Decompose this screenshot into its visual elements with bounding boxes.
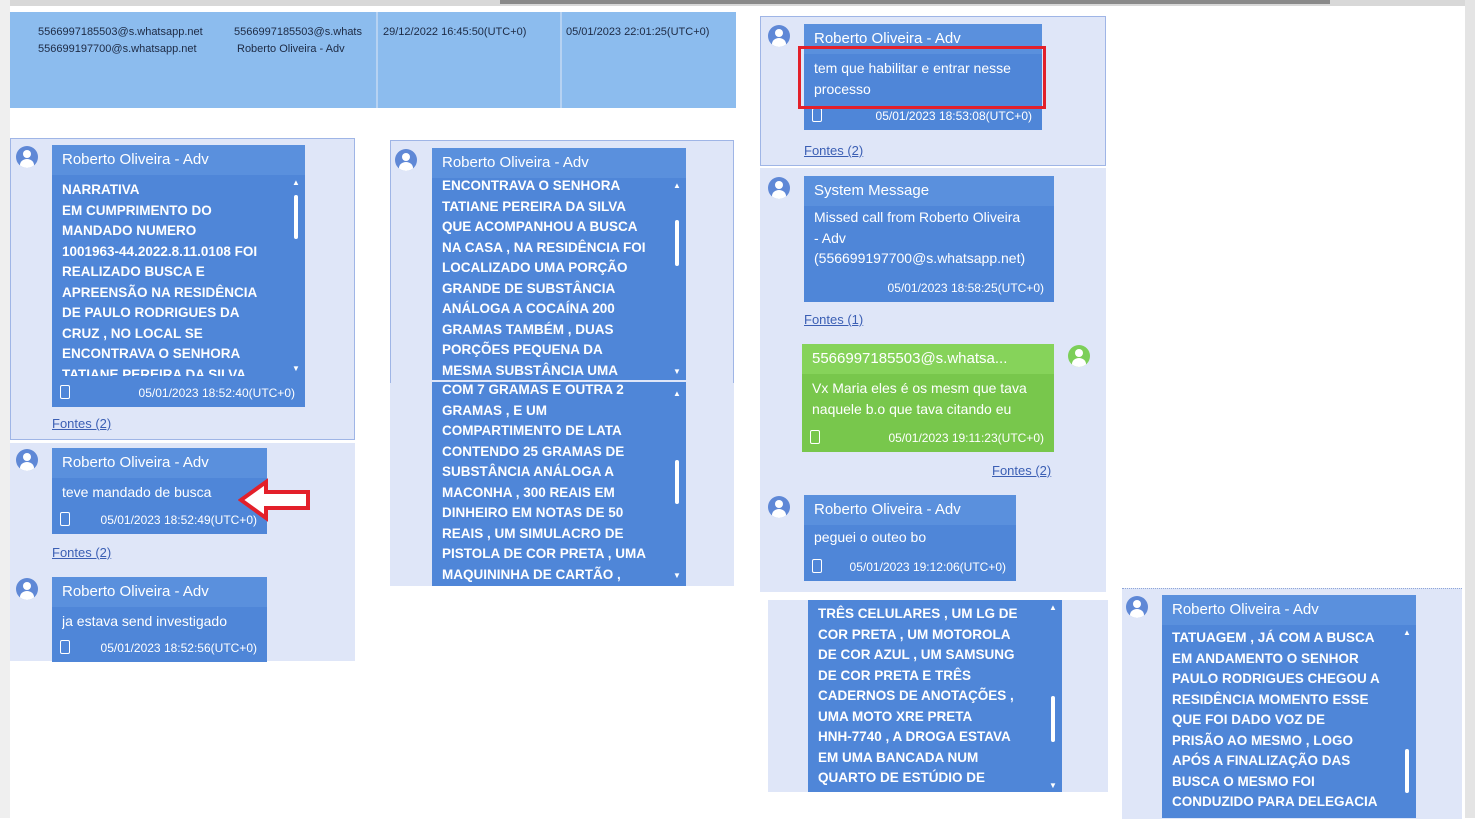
scroll-down-icon[interactable]: ▼ [292, 365, 300, 373]
sender-name: System Message [804, 176, 1054, 206]
window-right-edge [1465, 0, 1475, 818]
scroll-down-icon[interactable]: ▼ [673, 572, 681, 580]
phone-icon [812, 559, 822, 573]
message-text: TRÊS CELULARES , UM LG DE COR PRETA , UM… [818, 606, 1018, 785]
message-scrollbar[interactable]: ▲ ▼ [1049, 604, 1057, 790]
message-bubble[interactable]: COM 7 GRAMAS E OUTRA 2 GRAMAS , E UM COM… [432, 382, 686, 586]
sender-name: Roberto Oliveira - Adv [1162, 595, 1416, 625]
scroll-thumb[interactable] [675, 220, 679, 266]
message-text: COM 7 GRAMAS E OUTRA 2 GRAMAS , E UM COM… [442, 382, 647, 582]
message-timestamp: 05/01/2023 18:52:56(UTC+0) [100, 641, 257, 655]
window-left-edge [0, 0, 10, 818]
scroll-thumb[interactable] [675, 460, 679, 504]
user-avatar-icon [16, 578, 38, 600]
message-text: peguei o outeo bo [814, 529, 927, 545]
message-footer: 05/01/2023 18:52:40(UTC+0) [52, 379, 305, 407]
message-scrollbar[interactable]: ▲ [1403, 629, 1411, 815]
participant-2: 556699197700@s.whatsapp.net [38, 43, 197, 55]
phone-icon [60, 385, 70, 399]
user-avatar-icon [16, 449, 38, 471]
message-bubble[interactable]: Roberto Oliveira - Adv TATUAGEM , JÁ COM… [1162, 595, 1416, 818]
scroll-up-icon[interactable]: ▲ [673, 390, 681, 398]
sender-name: Roberto Oliveira - Adv [432, 148, 686, 178]
red-arrow-annotation-icon [238, 478, 310, 522]
message-footer: 05/01/2023 19:11:23(UTC+0) [802, 424, 1054, 452]
user-avatar-icon [768, 496, 790, 518]
window-top-bar [500, 0, 1330, 4]
sender-name: Roberto Oliveira - Adv [804, 495, 1016, 525]
message-bubble[interactable]: Roberto Oliveira - Adv NARRATIVA EM CUMP… [52, 145, 305, 407]
message-text: ENCONTRAVA O SENHORA TATIANE PEREIRA DA … [442, 178, 646, 378]
participant-1: 5566997185503@s.whatsapp.net [38, 26, 203, 38]
message-scrollbar[interactable]: ▲ ▼ [292, 179, 300, 373]
sender-name: Roberto Oliveira - Adv [52, 448, 267, 478]
sources-link[interactable]: Fontes (1) [804, 312, 863, 327]
message-scrollbar[interactable]: ▲ ▼ [673, 390, 681, 580]
message-text: Vx Maria eles é os mesm que tava naquele… [812, 380, 1027, 417]
scroll-up-icon[interactable]: ▲ [1403, 629, 1411, 637]
scroll-thumb[interactable] [1405, 749, 1409, 793]
message-bubble[interactable]: Roberto Oliveira - Adv ja estava send in… [52, 577, 267, 662]
message-footer: 05/01/2023 18:52:49(UTC+0) [52, 506, 267, 534]
message-bubble[interactable]: System Message Missed call from Roberto … [804, 176, 1054, 302]
sender-name: 5566997185503@s.whatsa... [802, 344, 1054, 374]
message-footer: 05/01/2023 18:58:25(UTC+0) [804, 274, 1054, 302]
sources-link[interactable]: Fontes (2) [52, 545, 111, 560]
sources-link[interactable]: Fontes (2) [804, 143, 863, 158]
sources-link[interactable]: Fontes (2) [992, 463, 1051, 478]
system-avatar-icon [768, 177, 790, 199]
message-footer: 05/01/2023 18:52:56(UTC+0) [52, 634, 267, 662]
message-text: TATUAGEM , JÁ COM A BUSCA EM ANDAMENTO O… [1172, 630, 1380, 809]
message-timestamp: 05/01/2023 18:52:40(UTC+0) [138, 386, 295, 400]
chat-header-row[interactable]: 5566997185503@s.whatsapp.net 55669919770… [10, 12, 736, 108]
message-text: teve mandado de busca [62, 484, 212, 500]
user-avatar-icon [1068, 345, 1090, 367]
message-text: Missed call from Roberto Oliveira - Adv … [814, 209, 1026, 266]
message-timestamp: 05/01/2023 18:52:49(UTC+0) [100, 513, 257, 527]
scroll-thumb[interactable] [1051, 696, 1055, 742]
scroll-down-icon[interactable]: ▼ [1049, 782, 1057, 790]
column-divider [560, 12, 562, 108]
message-scrollbar[interactable]: ▲ ▼ [673, 182, 681, 376]
phone-icon [60, 512, 70, 526]
owner-cell: 5566997185503@s.whats Roberto Oliveira -… [234, 12, 376, 108]
message-text: ja estava send investigado [62, 613, 227, 629]
scroll-down-icon[interactable]: ▼ [673, 368, 681, 376]
owner-account: 5566997185503@s.whats [234, 26, 362, 38]
scroll-up-icon[interactable]: ▲ [292, 179, 300, 187]
phone-icon [60, 640, 70, 654]
last-activity-cell: 05/01/2023 22:01:25(UTC+0) [566, 26, 710, 38]
sources-link[interactable]: Fontes (2) [52, 416, 111, 431]
message-footer: 05/01/2023 19:12:06(UTC+0) [804, 553, 1016, 581]
column-divider [376, 12, 378, 108]
user-avatar-icon [16, 146, 38, 168]
user-avatar-icon [395, 149, 417, 171]
start-time-cell: 29/12/2022 16:45:50(UTC+0) [383, 26, 527, 38]
highlight-box [798, 46, 1046, 109]
message-bubble[interactable]: Roberto Oliveira - Adv peguei o outeo bo… [804, 495, 1016, 581]
message-timestamp: 05/01/2023 19:11:23(UTC+0) [888, 431, 1044, 445]
phone-icon [810, 430, 820, 444]
sender-name: Roberto Oliveira - Adv [52, 145, 305, 175]
scroll-up-icon[interactable]: ▲ [1049, 604, 1057, 612]
message-timestamp: 05/01/2023 18:58:25(UTC+0) [887, 281, 1044, 295]
participants-cell: 5566997185503@s.whatsapp.net 55669919770… [38, 12, 228, 108]
message-text: NARRATIVA EM CUMPRIMENTO DO MANDADO NUME… [62, 182, 258, 376]
user-avatar-icon [1126, 596, 1148, 618]
message-bubble[interactable]: TRÊS CELULARES , UM LG DE COR PRETA , UM… [808, 600, 1062, 792]
message-bubble[interactable]: Roberto Oliveira - Adv ENCONTRAVA O SENH… [432, 148, 686, 380]
owner-name: Roberto Oliveira - Adv [237, 43, 345, 55]
scroll-thumb[interactable] [294, 195, 298, 239]
message-timestamp: 05/01/2023 19:12:06(UTC+0) [849, 560, 1006, 574]
sender-name: Roberto Oliveira - Adv [52, 577, 267, 607]
user-avatar-icon [768, 25, 790, 47]
message-bubble[interactable]: 5566997185503@s.whatsa... Vx Maria eles … [802, 344, 1054, 452]
message-bubble[interactable]: Roberto Oliveira - Adv teve mandado de b… [52, 448, 267, 534]
phone-icon [812, 108, 822, 122]
scroll-up-icon[interactable]: ▲ [673, 182, 681, 190]
